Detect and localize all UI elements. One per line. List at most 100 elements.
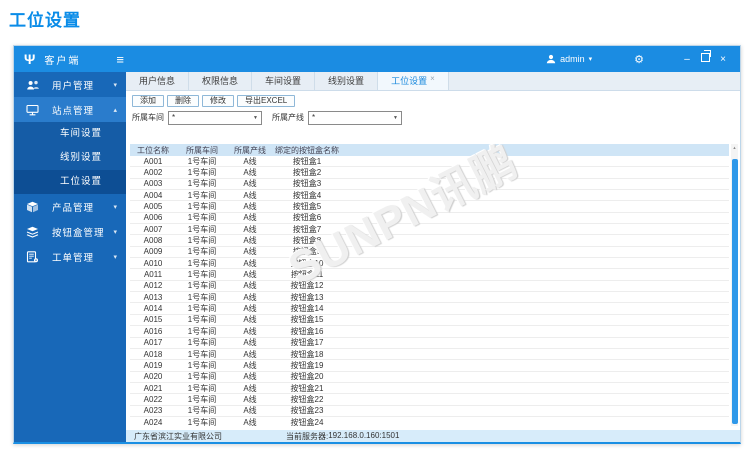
table-cell: A013 — [143, 292, 163, 302]
table-cell: 按钮盒19 — [290, 360, 324, 370]
table-row[interactable]: A003 1号车间 A线 按钮盒3 — [130, 178, 729, 191]
table-cell: A004 — [143, 190, 163, 200]
tab-workshop-settings[interactable]: 车间设置 — [252, 72, 316, 90]
table-cell: A线 — [243, 258, 257, 268]
sidebar-item-workshop-settings[interactable]: 车间设置 — [14, 122, 126, 146]
table-row[interactable]: A016 1号车间 A线 按钮盒16 — [130, 326, 729, 338]
table-row[interactable]: A007 1号车间 A线 按钮盒7 — [130, 224, 729, 236]
table-cell: 1号车间 — [187, 372, 217, 382]
tab-user-info[interactable]: 用户信息 — [126, 72, 190, 90]
table-row[interactable]: A008 1号车间 A线 按钮盒8 — [130, 235, 729, 247]
table-cell: 按钮盒9 — [292, 247, 322, 257]
tab-label: 工位设置 — [391, 76, 428, 86]
table-row[interactable]: A015 1号车间 A线 按钮盒15 — [130, 314, 729, 327]
table-cell: 1号车间 — [187, 304, 217, 314]
table-cell: A线 — [243, 281, 257, 291]
hamburger-menu-icon[interactable]: ≡ — [116, 52, 124, 67]
sidebar-item-station-settings[interactable]: 工位设置 — [14, 170, 126, 194]
table-row[interactable]: A018 1号车间 A线 按钮盒18 — [130, 348, 729, 361]
table-cell: A线 — [243, 372, 257, 382]
table-row[interactable]: A009 1号车间 A线 按钮盒9 — [130, 246, 729, 259]
table-cell: A线 — [243, 247, 257, 257]
app-brand: 客户端 — [44, 55, 81, 67]
table-cell: A线 — [243, 224, 257, 234]
sidebar-item-product-management[interactable]: 产品管理 ▾ — [14, 194, 126, 219]
table-cell: 按钮盒3 — [292, 179, 322, 189]
workshop-filter-select[interactable]: * ▼ — [168, 110, 262, 125]
table-cell: A016 — [143, 326, 163, 336]
table-cell: A006 — [143, 213, 163, 223]
export-excel-button[interactable]: 导出EXCEL — [237, 95, 296, 107]
table-cell: A线 — [243, 360, 257, 370]
modify-button[interactable]: 修改 — [202, 95, 234, 107]
table-row[interactable]: A004 1号车间 A线 按钮盒4 — [130, 190, 729, 202]
table-row[interactable]: A017 1号车间 A线 按钮盒17 — [130, 337, 729, 349]
table-row[interactable]: A001 1号车间 A线 按钮盒1 — [130, 156, 729, 168]
sidebar-item-buttonbox-management[interactable]: 按钮盒管理 ▾ — [14, 219, 126, 244]
sidebar-item-label: 站点管理 — [52, 105, 95, 117]
tab-bar: 用户信息 权限信息 车间设置 线别设置 工位设置 × — [126, 72, 740, 91]
scroll-up-icon[interactable]: ▲ — [731, 144, 738, 151]
vertical-scrollbar[interactable]: ▲ — [731, 144, 738, 426]
stations-table: 工位名称 所属车间 所属产线 绑定的按钮盒名称 A001 1号车间 A线 按钮盒1 A002 1号… — [130, 144, 729, 426]
restore-button[interactable] — [696, 50, 714, 65]
table-cell: A线 — [243, 179, 257, 189]
table-cell: A003 — [143, 179, 163, 189]
table-row[interactable]: A021 1号车间 A线 按钮盒21 — [130, 382, 729, 395]
table-cell: A002 — [143, 168, 163, 178]
add-button[interactable]: 添加 — [132, 95, 164, 107]
sidebar-item-label: 工单管理 — [52, 252, 95, 264]
table-row[interactable]: A019 1号车间 A线 按钮盒19 — [130, 360, 729, 372]
table-cell: 1号车间 — [187, 236, 217, 246]
table-row[interactable]: A006 1号车间 A线 按钮盒6 — [130, 212, 729, 225]
minimize-button[interactable]: – — [678, 54, 696, 65]
tab-station-settings[interactable]: 工位设置 × — [378, 72, 449, 90]
sidebar-item-user-management[interactable]: 用户管理 ▾ — [14, 72, 126, 97]
gear-icon[interactable]: ⚙ — [634, 53, 644, 66]
table-row[interactable]: A024 1号车间 A线 按钮盒24 — [130, 416, 729, 426]
user-name: admin — [560, 54, 585, 64]
tab-permission-info[interactable]: 权限信息 — [189, 72, 253, 90]
table-cell: 1号车间 — [187, 190, 217, 200]
dropdown-caret-icon: ▼ — [393, 114, 398, 121]
tab-label: 车间设置 — [265, 76, 302, 86]
tab-line-settings[interactable]: 线别设置 — [315, 72, 379, 90]
table-row[interactable]: A005 1号车间 A线 按钮盒5 — [130, 201, 729, 213]
scrollbar-thumb[interactable] — [731, 159, 738, 424]
table-cell: 按钮盒8 — [292, 236, 322, 246]
table-cell: A线 — [243, 190, 257, 200]
table-cell: A024 — [143, 417, 163, 426]
table-cell: 按钮盒21 — [290, 383, 324, 393]
table-row[interactable]: A023 1号车间 A线 按钮盒23 — [130, 405, 729, 417]
sidebar-item-workorder-management[interactable]: 工单管理 ▾ — [14, 244, 126, 269]
delete-button[interactable]: 删除 — [167, 95, 199, 107]
sidebar-item-line-settings[interactable]: 线别设置 — [14, 146, 126, 170]
line-filter-select[interactable]: * ▼ — [308, 110, 402, 125]
table-row[interactable]: A014 1号车间 A线 按钮盒14 — [130, 303, 729, 315]
user-menu[interactable]: admin ▾ — [546, 54, 592, 64]
table-row[interactable]: A002 1号车间 A线 按钮盒2 — [130, 167, 729, 179]
table-cell: A007 — [143, 224, 163, 234]
table-row[interactable]: A013 1号车间 A线 按钮盒13 — [130, 292, 729, 304]
table-cell: 按钮盒12 — [290, 281, 324, 291]
table-row[interactable]: A010 1号车间 A线 按钮盒10 — [130, 258, 729, 270]
table-row[interactable]: A020 1号车间 A线 按钮盒20 — [130, 371, 729, 383]
close-tab-icon[interactable]: × — [430, 74, 435, 83]
table-cell: A017 — [143, 338, 163, 348]
close-button[interactable]: × — [714, 54, 732, 65]
sidebar-item-site-management[interactable]: 站点管理 ▴ — [14, 97, 126, 122]
chevron-down-icon: ▾ — [113, 228, 118, 236]
table-cell: A010 — [143, 258, 163, 268]
workorder-icon — [26, 250, 40, 263]
table-cell: A005 — [143, 202, 163, 212]
table-row[interactable]: A011 1号车间 A线 按钮盒11 — [130, 269, 729, 281]
table-cell: 1号车间 — [187, 270, 217, 280]
dropdown-caret-icon: ▼ — [253, 114, 258, 121]
table-cell: A014 — [143, 304, 163, 314]
tab-label: 权限信息 — [202, 76, 239, 86]
table-cell: 1号车间 — [187, 258, 217, 268]
server-info: 当前服务器: 192.168.0.160:1501 — [286, 431, 399, 442]
table-row[interactable]: A012 1号车间 A线 按钮盒12 — [130, 280, 729, 293]
table-row[interactable]: A022 1号车间 A线 按钮盒22 — [130, 394, 729, 406]
table-cell: 按钮盒6 — [292, 213, 322, 223]
